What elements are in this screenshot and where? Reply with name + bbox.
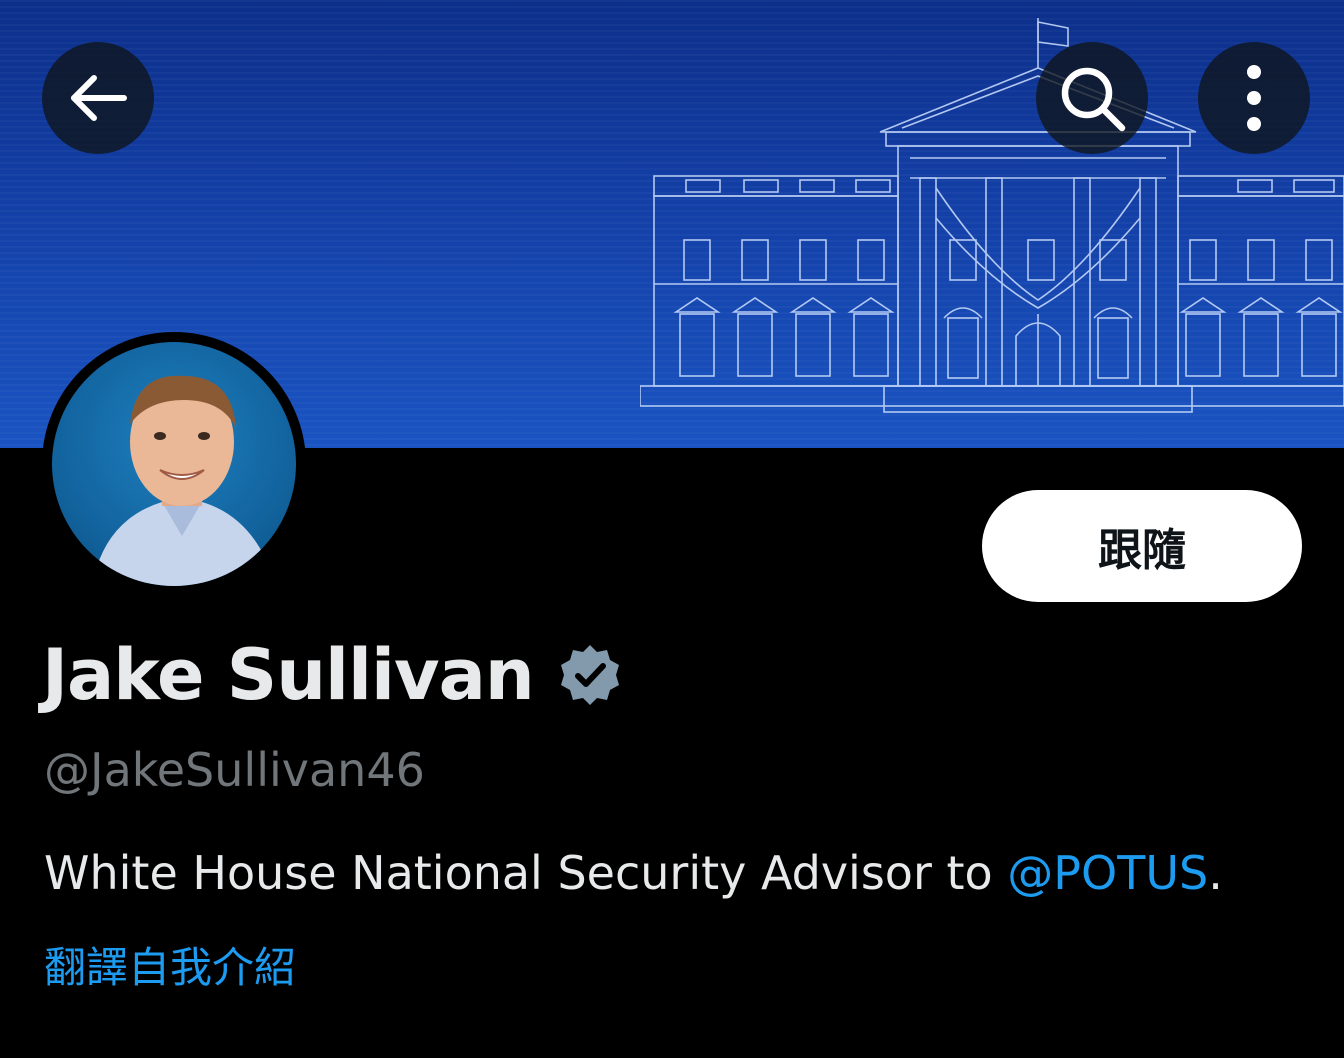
display-name: Jake Sullivan <box>42 634 535 716</box>
profile-photo <box>52 342 296 586</box>
search-icon <box>1061 67 1126 132</box>
more-vertical-icon <box>1247 65 1261 131</box>
more-options-button[interactable] <box>1198 42 1310 154</box>
profile-bio: White House National Security Advisor to… <box>44 842 1223 904</box>
person-portrait-icon <box>92 375 276 586</box>
bio-suffix: . <box>1208 846 1223 900</box>
bio-mention-link[interactable]: @POTUS <box>1007 846 1208 900</box>
translate-bio-link[interactable]: 翻譯自我介紹 <box>44 940 296 996</box>
follow-button[interactable]: 跟隨 <box>982 490 1302 602</box>
back-button[interactable] <box>42 42 154 154</box>
bio-text: White House National Security Advisor to <box>44 846 1008 900</box>
avatar[interactable] <box>42 332 306 596</box>
verified-badge-icon[interactable] <box>558 643 622 707</box>
arrow-left-icon <box>71 75 127 121</box>
profile-handle: @JakeSullivan46 <box>44 743 425 797</box>
search-button[interactable] <box>1036 42 1148 154</box>
profile-name-row: Jake Sullivan <box>42 630 622 720</box>
